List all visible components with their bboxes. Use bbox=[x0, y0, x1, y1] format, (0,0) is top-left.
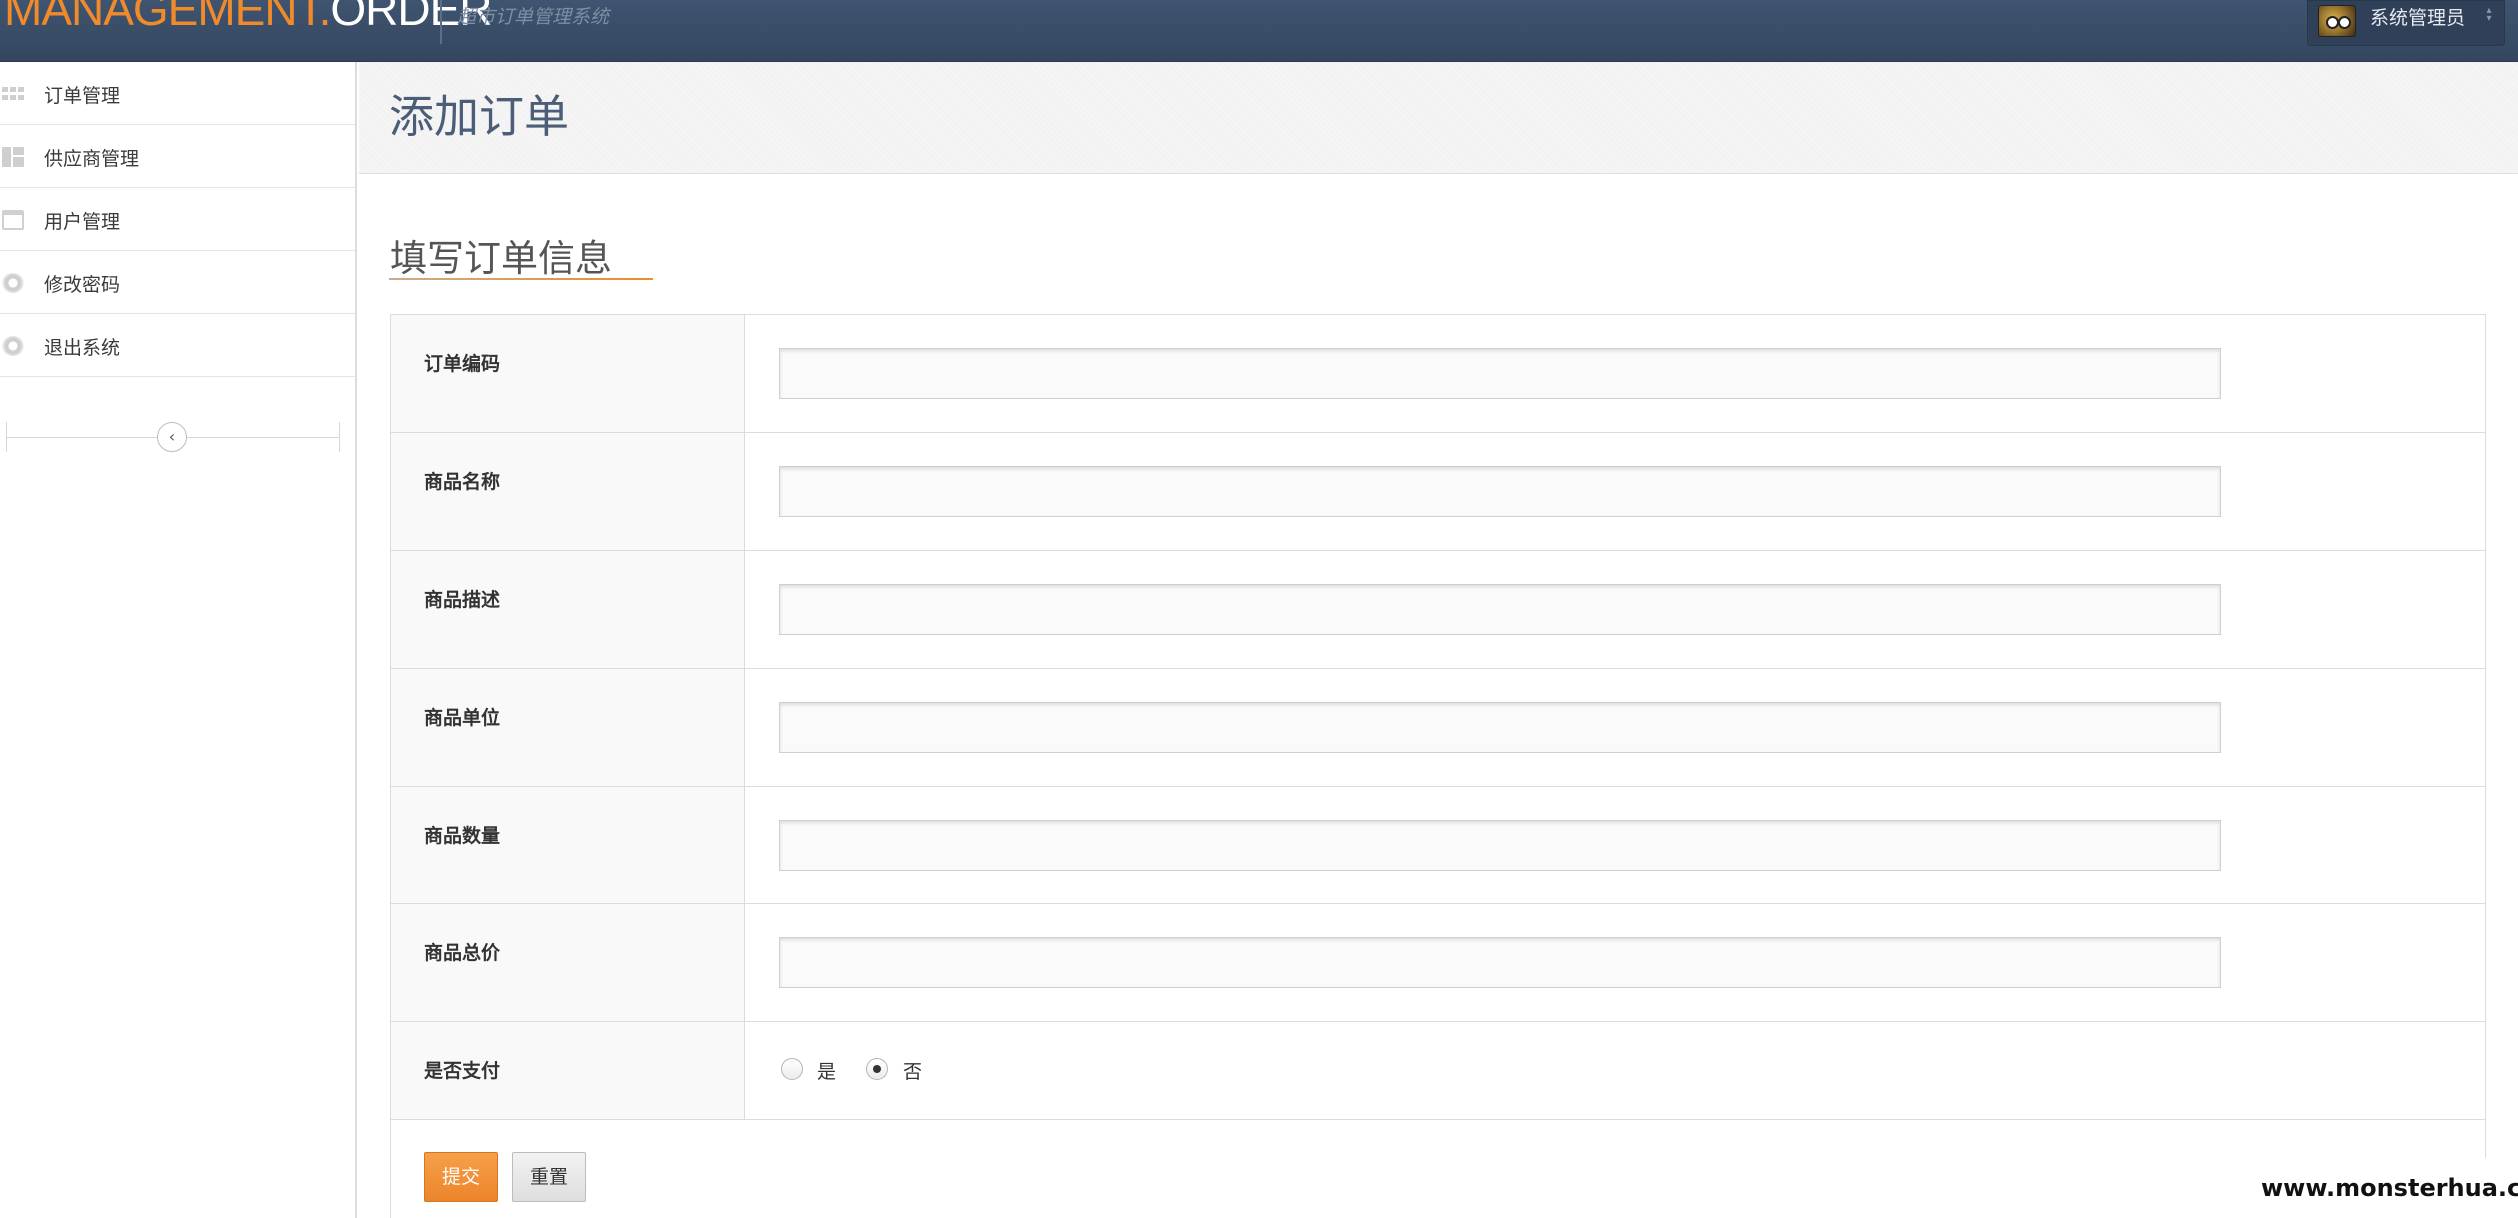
form-row-product-description: 商品描述 bbox=[391, 551, 2485, 669]
calendar-icon bbox=[2, 210, 24, 230]
field-label: 订单编码 bbox=[424, 353, 501, 375]
section-underline bbox=[389, 278, 653, 280]
sidebar-item-change-password[interactable]: 修改密码 bbox=[0, 251, 355, 314]
product-quantity-input[interactable] bbox=[779, 820, 2221, 871]
sidebar-item-label: 供应商管理 bbox=[44, 148, 140, 170]
radio-label-yes: 是 bbox=[817, 1061, 837, 1083]
page-header: 添加订单 bbox=[359, 62, 2518, 174]
top-header-bar: MANAGEMENT.ORDER 超市订单管理系统 系统管理员 ▴ ▾ bbox=[0, 0, 2518, 62]
form-row-total-price: 商品总价 bbox=[391, 904, 2485, 1022]
submit-button[interactable]: 提交 bbox=[424, 1152, 498, 1202]
dropdown-caret-icon: ▴ ▾ bbox=[2486, 5, 2492, 24]
lifebuoy-icon bbox=[2, 273, 24, 293]
order-form: 订单编码 商品名称 商品描述 商品单位 商品数量 商品总价 是否支付 是 否 bbox=[390, 314, 2486, 1218]
user-name: 系统管理员 bbox=[2370, 7, 2466, 29]
paid-no-radio[interactable] bbox=[866, 1058, 888, 1080]
section-title: 填写订单信息 bbox=[390, 237, 612, 280]
sidebar-item-supplier-management[interactable]: 供应商管理 bbox=[0, 125, 355, 188]
sidebar-item-label: 用户管理 bbox=[44, 211, 121, 233]
watermark-text: www.monsterhua.com bbox=[2261, 1174, 2518, 1202]
logo-divider bbox=[440, 0, 442, 44]
app-logo[interactable]: MANAGEMENT.ORDER bbox=[4, 0, 493, 35]
page-title: 添加订单 bbox=[389, 90, 570, 143]
form-row-order-code: 订单编码 bbox=[391, 315, 2485, 433]
chevron-left-icon[interactable]: ‹ bbox=[157, 422, 187, 452]
total-price-input[interactable] bbox=[779, 937, 2221, 988]
field-label: 商品数量 bbox=[424, 825, 501, 847]
paid-yes-radio[interactable] bbox=[781, 1058, 803, 1080]
product-name-input[interactable] bbox=[779, 466, 2221, 517]
app-subtitle: 超市订单管理系统 bbox=[457, 6, 610, 28]
lifebuoy-icon bbox=[2, 336, 24, 356]
field-label: 商品单位 bbox=[424, 707, 501, 729]
dashboard-icon bbox=[2, 147, 24, 167]
product-description-input[interactable] bbox=[779, 584, 2221, 635]
form-row-paid: 是否支付 是 否 bbox=[391, 1022, 2485, 1120]
sidebar-item-label: 订单管理 bbox=[44, 85, 121, 107]
field-label: 商品名称 bbox=[424, 471, 501, 493]
reset-button[interactable]: 重置 bbox=[512, 1152, 586, 1202]
form-row-product-quantity: 商品数量 bbox=[391, 787, 2485, 904]
product-unit-input[interactable] bbox=[779, 702, 2221, 753]
logo-text-management: MANAGEMENT. bbox=[4, 0, 331, 35]
order-code-input[interactable] bbox=[779, 348, 2221, 399]
sidebar-item-logout[interactable]: 退出系统 bbox=[0, 314, 355, 377]
sidebar-item-order-management[interactable]: 订单管理 bbox=[0, 62, 355, 125]
grid-icon bbox=[2, 84, 24, 104]
sidebar-item-label: 修改密码 bbox=[44, 274, 121, 296]
avatar bbox=[2318, 5, 2356, 37]
field-label: 商品总价 bbox=[424, 942, 501, 964]
watermark: www.monsterhua.com bbox=[2258, 1158, 2518, 1218]
sidebar-collapse-bar: ‹ bbox=[6, 422, 340, 452]
sidebar-item-label: 退出系统 bbox=[44, 337, 121, 359]
form-row-product-unit: 商品单位 bbox=[391, 669, 2485, 787]
sidebar-item-user-management[interactable]: 用户管理 bbox=[0, 188, 355, 251]
user-menu[interactable]: 系统管理员 ▴ ▾ bbox=[2307, 0, 2505, 46]
form-row-product-name: 商品名称 bbox=[391, 433, 2485, 551]
radio-label-no: 否 bbox=[903, 1061, 923, 1083]
sidebar: 订单管理 供应商管理 用户管理 修改密码 退出系统 ‹ bbox=[0, 62, 357, 1218]
field-label: 是否支付 bbox=[424, 1060, 501, 1082]
field-label: 商品描述 bbox=[424, 589, 501, 611]
